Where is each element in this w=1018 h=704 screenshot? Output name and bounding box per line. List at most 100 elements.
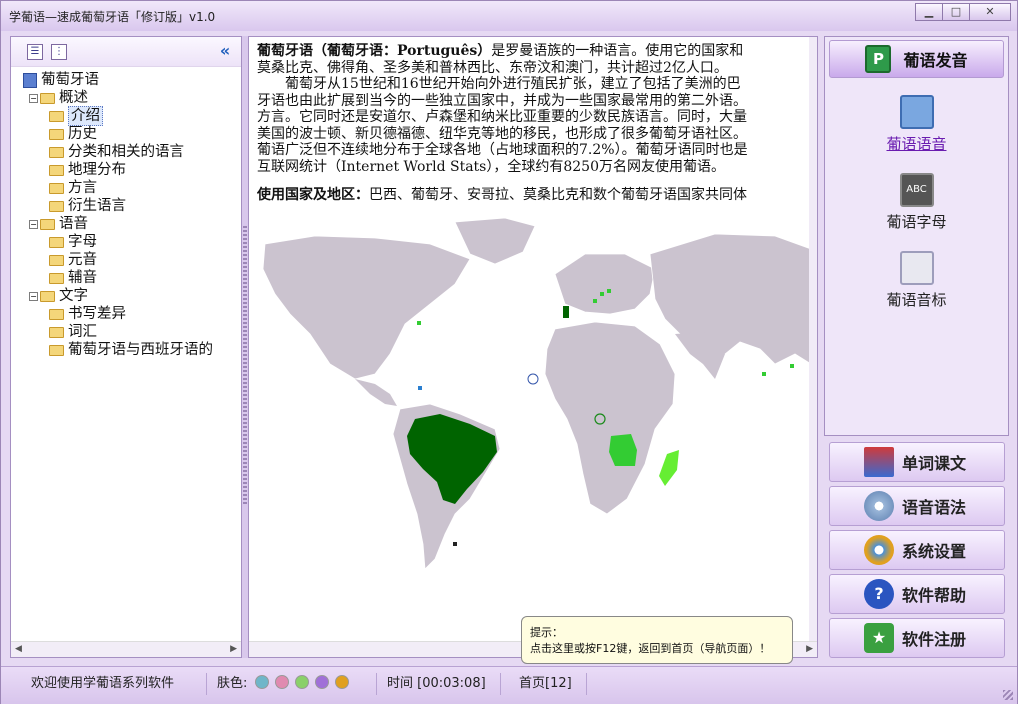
pronunciation-header[interactable]: P 葡语发音 xyxy=(829,40,1004,78)
nav-button-label: 软件帮助 xyxy=(902,586,967,605)
collapse-toggle-icon[interactable]: − xyxy=(29,291,38,301)
window-title: 学葡语—速成葡萄牙语「修订版」v1.0 xyxy=(9,10,216,24)
folder-icon xyxy=(49,200,64,212)
status-page[interactable]: 首页[12] xyxy=(509,673,587,695)
list-view-icon[interactable]: ☰ xyxy=(27,44,43,60)
nav-button-grammar[interactable]: 语音语法 xyxy=(829,486,1005,526)
rp-item-alphabet[interactable]: ABC 葡语字母 xyxy=(825,173,1008,232)
phonetic-chart-icon xyxy=(899,251,934,285)
home-tooltip[interactable]: 提示： 点击这里或按F12键，返回到首页（导航页面）！ xyxy=(521,616,793,664)
tree-node[interactable]: 方言 xyxy=(23,179,213,197)
folder-icon xyxy=(49,254,64,266)
folder-icon xyxy=(49,326,64,338)
nav-button-label: 软件注册 xyxy=(902,630,967,649)
splitter-grip[interactable] xyxy=(243,226,247,506)
map-marker-caribbean xyxy=(418,386,422,390)
content-vertical-scrollbar[interactable] xyxy=(809,37,817,657)
tree-node-label: 葡萄牙语 xyxy=(41,72,99,88)
tree-node-label: 概述 xyxy=(59,90,88,106)
book-icon xyxy=(23,72,37,88)
scroll-right-icon[interactable]: ▶ xyxy=(230,644,237,654)
rp-item-symbols[interactable]: 葡语音标 xyxy=(825,251,1008,310)
tree-node-label: 文字 xyxy=(59,288,88,304)
skin-swatch[interactable] xyxy=(274,675,289,689)
article-text: 葡萄牙语（葡萄牙语：Português）是罗曼语族的一种语言。使用它的国家和 莫… xyxy=(257,43,812,204)
tree-node[interactable]: 葡萄牙语与西班牙语的 xyxy=(23,341,213,359)
tree-node-label: 辅音 xyxy=(68,270,97,286)
tree-node[interactable]: 词汇 xyxy=(23,323,213,341)
tree-node-label: 分类和相关的语言 xyxy=(68,144,184,160)
skin-swatch[interactable] xyxy=(314,675,329,689)
resize-grip[interactable] xyxy=(1003,690,1013,700)
tree-node-label: 字母 xyxy=(68,234,97,250)
tree-node[interactable]: − 文字 xyxy=(23,287,213,305)
tree-node[interactable]: 分类和相关的语言 xyxy=(23,143,213,161)
tree-node-label: 葡萄牙语与西班牙语的 xyxy=(68,342,213,358)
nav-button-help[interactable]: ? 软件帮助 xyxy=(829,574,1005,614)
close-button[interactable]: ✕ xyxy=(969,3,1011,21)
article-line: 互联网统计（Internet World Stats），全球约有8250万名网友… xyxy=(257,158,725,175)
tree-root[interactable]: 葡萄牙语 xyxy=(23,71,213,89)
tree-node[interactable]: − 概述 xyxy=(23,89,213,107)
map-marker-europe-3 xyxy=(593,299,597,303)
folder-icon xyxy=(49,164,64,176)
collapse-toggle-icon[interactable]: − xyxy=(29,93,38,103)
tree-node[interactable]: 历史 xyxy=(23,125,213,143)
map-marker-europe-2 xyxy=(607,289,611,293)
tree-node-label: 历史 xyxy=(68,126,97,142)
status-bar: 欢迎使用学葡语系列软件 肤色: 时间 [00:03:08] 首页[12] xyxy=(1,666,1017,704)
map-marker-uruguay xyxy=(453,542,457,546)
collapse-panel-icon[interactable]: « xyxy=(215,43,235,61)
rp-item-phonetics[interactable]: 葡语语音 xyxy=(825,95,1008,154)
tooltip-title: 提示： xyxy=(530,626,563,639)
map-europe xyxy=(554,253,656,315)
skin-swatch[interactable] xyxy=(294,675,309,689)
article-line: 牙语也由此扩展到当今的一些独立国家中，并成为一些国家最常用的第二外语。 xyxy=(257,92,747,109)
skin-swatch[interactable] xyxy=(334,675,349,689)
scroll-right-icon[interactable]: ▶ xyxy=(806,644,813,654)
map-angola xyxy=(609,434,637,466)
folder-icon xyxy=(49,308,64,320)
tree-node-label: 地理分布 xyxy=(68,162,126,178)
window-controls: ▁ □ ✕ xyxy=(915,3,1011,21)
folder-icon xyxy=(40,290,55,302)
tree-toolbar: ☰ ⋮ « xyxy=(11,37,241,67)
tree-horizontal-scrollbar[interactable]: ◀ ▶ xyxy=(11,641,241,657)
tree-node[interactable]: 书写差异 xyxy=(23,305,213,323)
tree-view-icon[interactable]: ⋮ xyxy=(51,44,67,60)
nav-button-register[interactable]: ★ 软件注册 xyxy=(829,618,1005,658)
nav-button-settings[interactable]: 系统设置 xyxy=(829,530,1005,570)
tree-node[interactable]: 衍生语言 xyxy=(23,197,213,215)
article-line: 是罗曼语族的一种语言。使用它的国家和 xyxy=(491,43,744,59)
tree-node-label: 衍生语言 xyxy=(68,198,126,214)
tree-node[interactable]: − 语音 xyxy=(23,215,213,233)
app-window: 学葡语—速成葡萄牙语「修订版」v1.0 ▁ □ ✕ ☰ ⋮ « 葡萄牙语 − 概述介… xyxy=(0,0,1018,704)
skin-label: 肤色: xyxy=(217,676,248,691)
tree-node-label: 词汇 xyxy=(68,324,97,340)
tree-node[interactable]: 介绍 xyxy=(23,106,213,126)
pronunciation-header-label: 葡语发音 xyxy=(903,51,968,70)
world-map xyxy=(262,217,812,570)
map-central-america xyxy=(355,379,397,406)
nav-button-words[interactable]: 单词课文 xyxy=(829,442,1005,482)
title-bar[interactable]: 学葡语—速成葡萄牙语「修订版」v1.0 ▁ □ ✕ xyxy=(1,1,1017,31)
scroll-left-icon[interactable]: ◀ xyxy=(15,644,22,654)
status-welcome: 欢迎使用学葡语系列软件 xyxy=(21,673,207,695)
tree-node-label: 语音 xyxy=(59,216,88,232)
map-mozambique xyxy=(659,450,679,486)
article-line: 葡语广泛但不连续地分布于全球各地（占地球面积的7.2%）。葡萄牙语同时也是 xyxy=(257,142,748,158)
collapse-toggle-icon[interactable]: − xyxy=(29,219,38,229)
maximize-button[interactable]: □ xyxy=(942,3,970,21)
map-marker-cape-verde xyxy=(527,373,539,385)
books-icon xyxy=(864,447,894,477)
tree-node[interactable]: 地理分布 xyxy=(23,161,213,179)
notebook-icon xyxy=(899,95,934,129)
tree-node[interactable]: 字母 xyxy=(23,233,213,251)
map-marker-macau xyxy=(790,364,794,368)
tree-node-label: 元音 xyxy=(68,252,97,268)
tree-node[interactable]: 元音 xyxy=(23,251,213,269)
tree-node[interactable]: 辅音 xyxy=(23,269,213,287)
map-greenland xyxy=(454,217,536,265)
minimize-button[interactable]: ▁ xyxy=(915,3,943,21)
skin-swatch[interactable] xyxy=(254,675,269,689)
